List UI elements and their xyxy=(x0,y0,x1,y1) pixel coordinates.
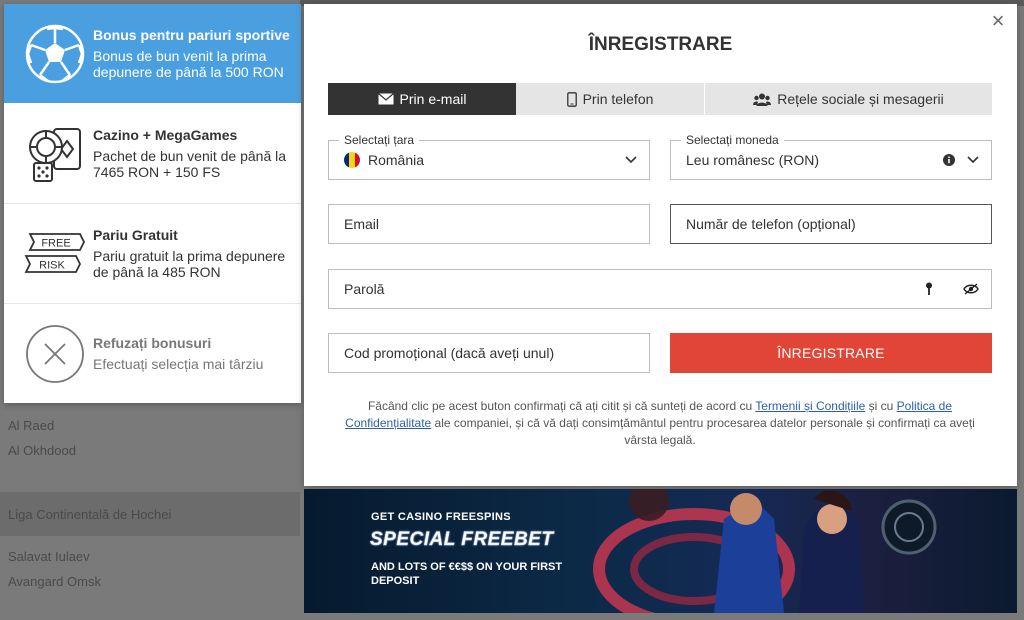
bg-team-row: Salavat Iulaev xyxy=(8,549,90,564)
bonus-title: Cazino + MegaGames xyxy=(93,126,238,143)
country-value: România xyxy=(368,152,425,168)
banner-line-3: AND LOTS OF €€$$ ON YOUR FIRST DEPOSIT xyxy=(371,561,563,587)
email-field[interactable]: Email xyxy=(328,204,650,244)
terms-text-part: Făcând clic pe acest buton confirmați că… xyxy=(367,399,756,413)
bonus-title: Refuzați bonusuri xyxy=(93,335,212,351)
bonus-panel: Bonus pentru pariuri sportive Bonus de b… xyxy=(4,4,301,403)
bonus-option-freebet[interactable]: FREE RISK Pariu Gratuit Pariu gratuit la… xyxy=(4,204,301,304)
free-risk-icon: FREE RISK xyxy=(22,221,88,287)
bonus-description: Efectuați selecția mai târziu xyxy=(93,356,264,372)
envelope-icon xyxy=(377,93,394,105)
close-icon[interactable]: × xyxy=(987,10,1009,32)
currency-select-label: Selectați moneda xyxy=(681,133,784,147)
tab-email[interactable]: Prin e-mail xyxy=(328,83,516,115)
bonus-title: Pariu Gratuit xyxy=(93,227,178,243)
password-placeholder: Parolă xyxy=(344,281,385,297)
banner-line-2: SPECIAL FREEBET xyxy=(370,529,554,551)
key-icon[interactable] xyxy=(925,282,933,296)
bg-team-row: Avangard Omsk xyxy=(8,574,101,589)
bonus-option-decline[interactable]: Refuzați bonusuri Efectuați selecția mai… xyxy=(4,304,301,403)
country-select[interactable]: Selectați țara România xyxy=(328,133,650,180)
currency-select[interactable]: Selectați moneda Leu românesc (RON) xyxy=(670,133,992,180)
bonus-description: Pariu gratuit la prima depunere de până … xyxy=(93,248,286,280)
tab-social[interactable]: Rețele sociale și mesagerii xyxy=(705,83,992,115)
tab-label: Rețele sociale și mesagerii xyxy=(777,91,944,107)
phone-icon xyxy=(566,91,577,107)
users-icon xyxy=(753,93,772,106)
modal-title: ÎNREGISTRARE xyxy=(588,34,733,55)
terms-text-part: și cu xyxy=(865,399,897,413)
promo-code-field[interactable]: Cod promoțional (dacă aveți unul) xyxy=(328,333,650,373)
bonus-option-sports[interactable]: Bonus pentru pariuri sportive Bonus de b… xyxy=(4,4,301,103)
bonus-title: Bonus pentru pariuri sportive xyxy=(93,27,290,43)
chevron-down-icon xyxy=(967,156,979,164)
bg-league-title: Liga Continentală de Hochei xyxy=(8,507,172,522)
registration-tabs: Prin e-mail Prin telefon Rețele sociale … xyxy=(328,83,992,115)
currency-value: Leu românesc (RON) xyxy=(686,152,820,168)
tab-phone[interactable]: Prin telefon xyxy=(516,83,705,115)
phone-field[interactable]: Număr de telefon (opțional) xyxy=(670,204,992,244)
chevron-down-icon xyxy=(625,156,637,164)
promo-banner[interactable]: GET CASINO FREESPINS SPECIAL FREEBET AND… xyxy=(304,489,1017,613)
info-icon[interactable] xyxy=(943,154,955,166)
risk-label: RISK xyxy=(39,259,65,271)
promo-placeholder: Cod promoțional (dacă aveți unul) xyxy=(344,345,555,361)
bonus-description: Bonus de bun venit la prima depunere de … xyxy=(93,48,284,80)
registration-modal: × ÎNREGISTRARE Prin e-mail Prin telefon … xyxy=(304,4,1017,486)
email-placeholder: Email xyxy=(344,216,380,232)
banner-line-1: GET CASINO FREESPINS xyxy=(371,511,511,523)
bg-team-row: Al Raed xyxy=(8,418,55,433)
romania-flag-icon xyxy=(344,152,360,168)
country-select-label: Selectați țara xyxy=(339,133,420,147)
bonus-option-casino[interactable]: Cazino + MegaGames Pachet de bun venit d… xyxy=(4,103,301,204)
terms-text-part: ale companiei, și că vă dați consimțămân… xyxy=(431,416,975,447)
soccer-ball-icon xyxy=(22,21,88,87)
password-field[interactable]: Parolă xyxy=(328,269,992,309)
tab-label: Prin telefon xyxy=(582,91,654,107)
terms-text: Făcând clic pe acest buton confirmați că… xyxy=(328,398,992,449)
banner-artwork xyxy=(593,489,937,613)
phone-placeholder: Număr de telefon (opțional) xyxy=(686,216,856,232)
eye-slash-icon[interactable] xyxy=(963,283,979,295)
tab-label: Prin e-mail xyxy=(399,91,467,107)
register-button[interactable]: ÎNREGISTRARE xyxy=(670,333,992,373)
free-label: FREE xyxy=(41,237,70,249)
terms-link[interactable]: Termenii și Condițiile xyxy=(755,399,865,413)
casino-chips-icon xyxy=(22,120,88,186)
bg-team-row: Al Okhdood xyxy=(8,443,76,458)
close-circle-icon xyxy=(22,321,88,387)
bonus-description: Pachet de bun venit de până la 7465 RON … xyxy=(93,147,287,180)
